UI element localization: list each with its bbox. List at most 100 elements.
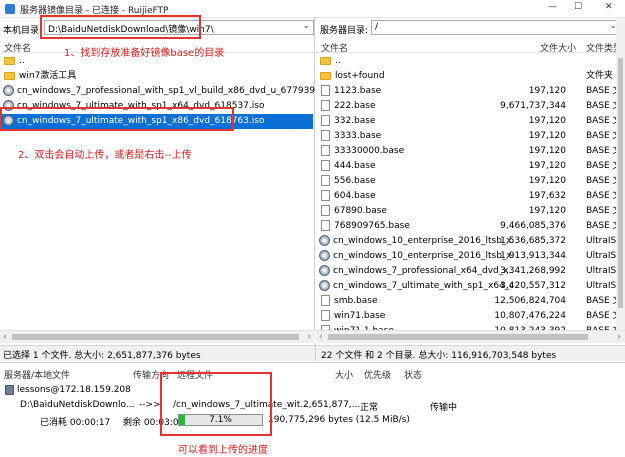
server-file-item[interactable]: win71.base 10,807,476,224 BASE 文件 [316, 309, 616, 324]
server-file-item[interactable]: .. [316, 54, 616, 69]
file-icon [321, 145, 330, 156]
server-file-type: UltraISO [586, 281, 616, 291]
server-file-item[interactable]: 3333.base 197,120 BASE 文件 [316, 129, 616, 144]
local-statusbar: 已选择 1 个文件. 总大小: 2,651,877,376 bytes [0, 345, 315, 361]
server-file-item[interactable]: cn_windows_7_professional_x64_dvd_x... 3,… [316, 264, 616, 279]
server-status-text: 22 个文件 和 2 个目录. 总大小: 116,916,703,548 byt… [321, 351, 557, 361]
folder-icon [4, 71, 15, 80]
maximize-button[interactable]: ☐ [574, 2, 582, 12]
local-path-label: 本机目录: [3, 26, 43, 36]
server-pane: 服务器目录: / ⌄ 文件名 文件大小 文件类型 .. lost+found 文件夹… [316, 18, 625, 345]
app-icon [5, 4, 15, 14]
annotation-box-path [40, 15, 201, 39]
server-file-size: 197,120 [528, 86, 566, 96]
server-scroll-thumb[interactable] [328, 334, 588, 340]
chevron-down-icon[interactable]: ⌄ [302, 21, 310, 31]
server-hscrollbar[interactable]: ‹ › [316, 330, 625, 343]
server-file-item[interactable]: cn_windows_10_enterprise_2016_ltsb_x... 1… [316, 249, 616, 264]
queue-header-status[interactable]: 状态 [404, 368, 422, 381]
queue-progress-row: 已消耗 00:00:17 剩余 00:03:09 7.1% 190,775,29… [0, 413, 625, 428]
server-file-type: BASE 文件 [586, 116, 616, 126]
server-file-size: 9,671,737,344 [500, 101, 566, 111]
file-icon [321, 160, 330, 171]
local-hscrollbar[interactable]: ‹ › [0, 330, 315, 343]
transfer-queue: 服务器/本地文件 传输方向 远程文件 大小 优先级 状态 lessons@172… [0, 362, 625, 457]
server-file-name: 444.base [334, 161, 376, 171]
queue-header-size[interactable]: 大小 [335, 368, 353, 381]
server-file-item[interactable]: cn_windows_10_enterprise_2016_ltsb_x... 1… [316, 234, 616, 249]
server-file-type: BASE 文件 [586, 221, 616, 231]
server-file-item[interactable]: 768909765.base 9,466,085,376 BASE 文件 [316, 219, 616, 234]
server-file-type: BASE 文件 [586, 101, 616, 111]
server-file-size: 1,913,913,344 [500, 251, 566, 261]
server-file-item[interactable]: 332.base 197,120 BASE 文件 [316, 114, 616, 129]
server-vscroll-thumb[interactable] [618, 58, 623, 308]
local-file-list: .. win7激活工具 cn_windows_7_professional_with… [0, 54, 315, 326]
queue-local-file: D:\BaiduNetdiskDownlo... [20, 400, 135, 410]
server-file-size: 197,120 [528, 116, 566, 126]
server-file-item[interactable]: cn_windows_7_ultimate_with_sp1_x64_d... 3… [316, 279, 616, 294]
server-file-item[interactable]: 604.base 197,632 BASE 文件 [316, 189, 616, 204]
server-file-name: 556.base [334, 176, 376, 186]
disc-image-icon [319, 265, 330, 276]
server-file-type: BASE 文件 [586, 206, 616, 216]
server-file-size: 12,506,824,704 [494, 296, 566, 306]
server-file-item[interactable]: 222.base 9,671,737,344 BASE 文件 [316, 99, 616, 114]
local-file-item[interactable]: win7激活工具 [0, 69, 315, 84]
local-file-item[interactable]: cn_windows_7_professional_with_sp1_vl_bu… [0, 84, 315, 99]
file-icon [321, 100, 330, 111]
server-file-type: BASE 文件 [586, 86, 616, 96]
server-file-name: lost+found [335, 71, 385, 81]
server-file-name: 604.base [334, 191, 376, 201]
queue-transfer-row[interactable]: D:\BaiduNetdiskDownlo... -->> /cn_window… [0, 398, 625, 413]
disc-image-icon [3, 85, 14, 96]
server-file-item[interactable]: 444.base 197,120 BASE 文件 [316, 159, 616, 174]
local-file-name: .. [19, 56, 25, 66]
file-icon [321, 190, 330, 201]
server-file-name: cn_windows_7_ultimate_with_sp1_x64_d... [333, 281, 513, 291]
file-icon [321, 295, 330, 306]
local-pane: 本机目录: D:\BaiduNetdiskDownload\镜像\win7\ ⌄… [0, 15, 315, 345]
server-file-type: BASE 文件 [586, 191, 616, 201]
queue-header-server[interactable]: 服务器/本地文件 [4, 368, 70, 381]
server-file-size: 197,120 [528, 176, 566, 186]
server-file-item[interactable]: 556.base 197,120 BASE 文件 [316, 174, 616, 189]
queue-header-priority[interactable]: 优先级 [364, 368, 391, 381]
server-file-item[interactable]: smb.base 12,506,824,704 BASE 文件 [316, 294, 616, 309]
local-status-text: 已选择 1 个文件. 总大小: 2,651,877,376 bytes [3, 351, 201, 361]
server-file-name: cn_windows_10_enterprise_2016_ltsb_x... [333, 236, 513, 246]
server-file-name: 222.base [334, 101, 376, 111]
minimize-button[interactable]: — [548, 2, 557, 12]
local-file-name: win7激活工具 [19, 71, 77, 81]
annotation-box-progress [160, 372, 272, 436]
server-file-size: 3,341,268,992 [500, 266, 566, 276]
server-file-size: 197,120 [528, 146, 566, 156]
server-file-size: 197,120 [528, 131, 566, 141]
local-scroll-thumb[interactable] [12, 334, 299, 340]
server-file-list: ..lost+found文件夹1123.base197,120BASE 文件22… [316, 54, 616, 330]
close-button[interactable]: ✕ [605, 2, 613, 12]
folder-icon [4, 56, 15, 65]
queue-server-row[interactable]: lessons@172.18.159.208 [0, 383, 625, 397]
server-file-item[interactable]: 67890.base 197,120 BASE 文件 [316, 204, 616, 219]
server-path-combo[interactable]: / ⌄ [371, 20, 621, 35]
server-file-type: UltraISO [586, 266, 616, 276]
file-icon [321, 310, 330, 321]
server-file-name: .. [335, 56, 341, 66]
server-file-item[interactable]: lost+found 文件夹 [316, 69, 616, 84]
file-icon [321, 130, 330, 141]
server-file-type: UltraISO [586, 236, 616, 246]
server-file-item[interactable]: 1123.base 197,120 BASE 文件 [316, 84, 616, 99]
server-file-name: 3333.base [334, 131, 382, 141]
server-file-name: 67890.base [334, 206, 387, 216]
server-file-size: 197,120 [528, 206, 566, 216]
queue-bytes: 190,775,296 bytes (12.5 MiB/s) [268, 415, 410, 425]
server-file-item[interactable]: 33330000.base 197,120 BASE 文件 [316, 144, 616, 159]
server-vscrollbar[interactable] [616, 18, 625, 330]
server-path-label: 服务器目录: [320, 26, 369, 36]
server-file-name: win71.base [334, 311, 386, 321]
server-file-size: 3,420,557,312 [500, 281, 566, 291]
server-file-name: cn_windows_10_enterprise_2016_ltsb_x... [333, 251, 513, 261]
file-icon [321, 85, 330, 96]
annotation-note-3: 可以看到上传的进度 [178, 445, 268, 456]
